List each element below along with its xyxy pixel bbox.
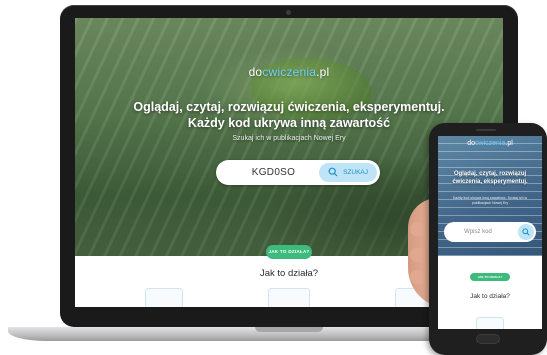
phone-how-it-works-title: Jak to działa? bbox=[470, 293, 510, 300]
phone-speaker bbox=[476, 129, 496, 131]
code-search-input[interactable]: KGD0SO bbox=[226, 160, 321, 185]
phone-code-search-bar: Wpisz kod bbox=[444, 222, 536, 242]
phone-hero-headline: Oglądaj, czytaj, rozwiązuj ćwiczenia, ek… bbox=[452, 171, 528, 185]
laptop-notch bbox=[255, 327, 323, 332]
logo-prefix: do bbox=[467, 140, 476, 147]
logo-suffix: .pl bbox=[505, 140, 513, 147]
monitor-icon bbox=[268, 288, 310, 307]
phone-hero-subline: Każdy kod ukrywa inną zawartość. Szukaj … bbox=[452, 196, 528, 205]
logo-highlight: cwiczenia bbox=[262, 65, 317, 79]
book-icon bbox=[145, 288, 183, 307]
logo-highlight: cwiczenia bbox=[475, 140, 506, 147]
site-logo[interactable]: docwiczenia.pl bbox=[75, 65, 503, 79]
phone-site-logo[interactable]: docwiczenia.pl bbox=[438, 140, 542, 147]
logo-suffix: .pl bbox=[316, 65, 330, 79]
search-button[interactable]: SZUKAJ bbox=[319, 163, 377, 182]
phone-code-search-input[interactable]: Wpisz kod bbox=[444, 222, 512, 242]
search-button-label: SZUKAJ bbox=[343, 169, 368, 176]
phone-search-button[interactable] bbox=[518, 224, 534, 240]
search-icon bbox=[522, 228, 530, 236]
search-icon bbox=[328, 167, 338, 177]
how-it-works-badge[interactable]: JAK TO DZIAŁA? bbox=[266, 245, 312, 259]
phone-home-button bbox=[476, 334, 500, 344]
hero-headline-line1: Oglądaj, czytaj, rozwiązuj ćwiczenia, ek… bbox=[133, 100, 445, 114]
camera-dot bbox=[286, 10, 291, 15]
device-mockup: docwiczenia.pl Oglądaj, czytaj, rozwiązu… bbox=[0, 0, 547, 355]
code-search-bar: KGD0SO SZUKAJ bbox=[216, 160, 380, 185]
book-icon bbox=[476, 317, 504, 329]
phone-how-it-works-badge[interactable]: JAK TO DZIAŁA? bbox=[470, 273, 510, 281]
logo-prefix: do bbox=[248, 65, 263, 79]
phone-screen: docwiczenia.pl Oglądaj, czytaj, rozwiązu… bbox=[438, 136, 542, 329]
